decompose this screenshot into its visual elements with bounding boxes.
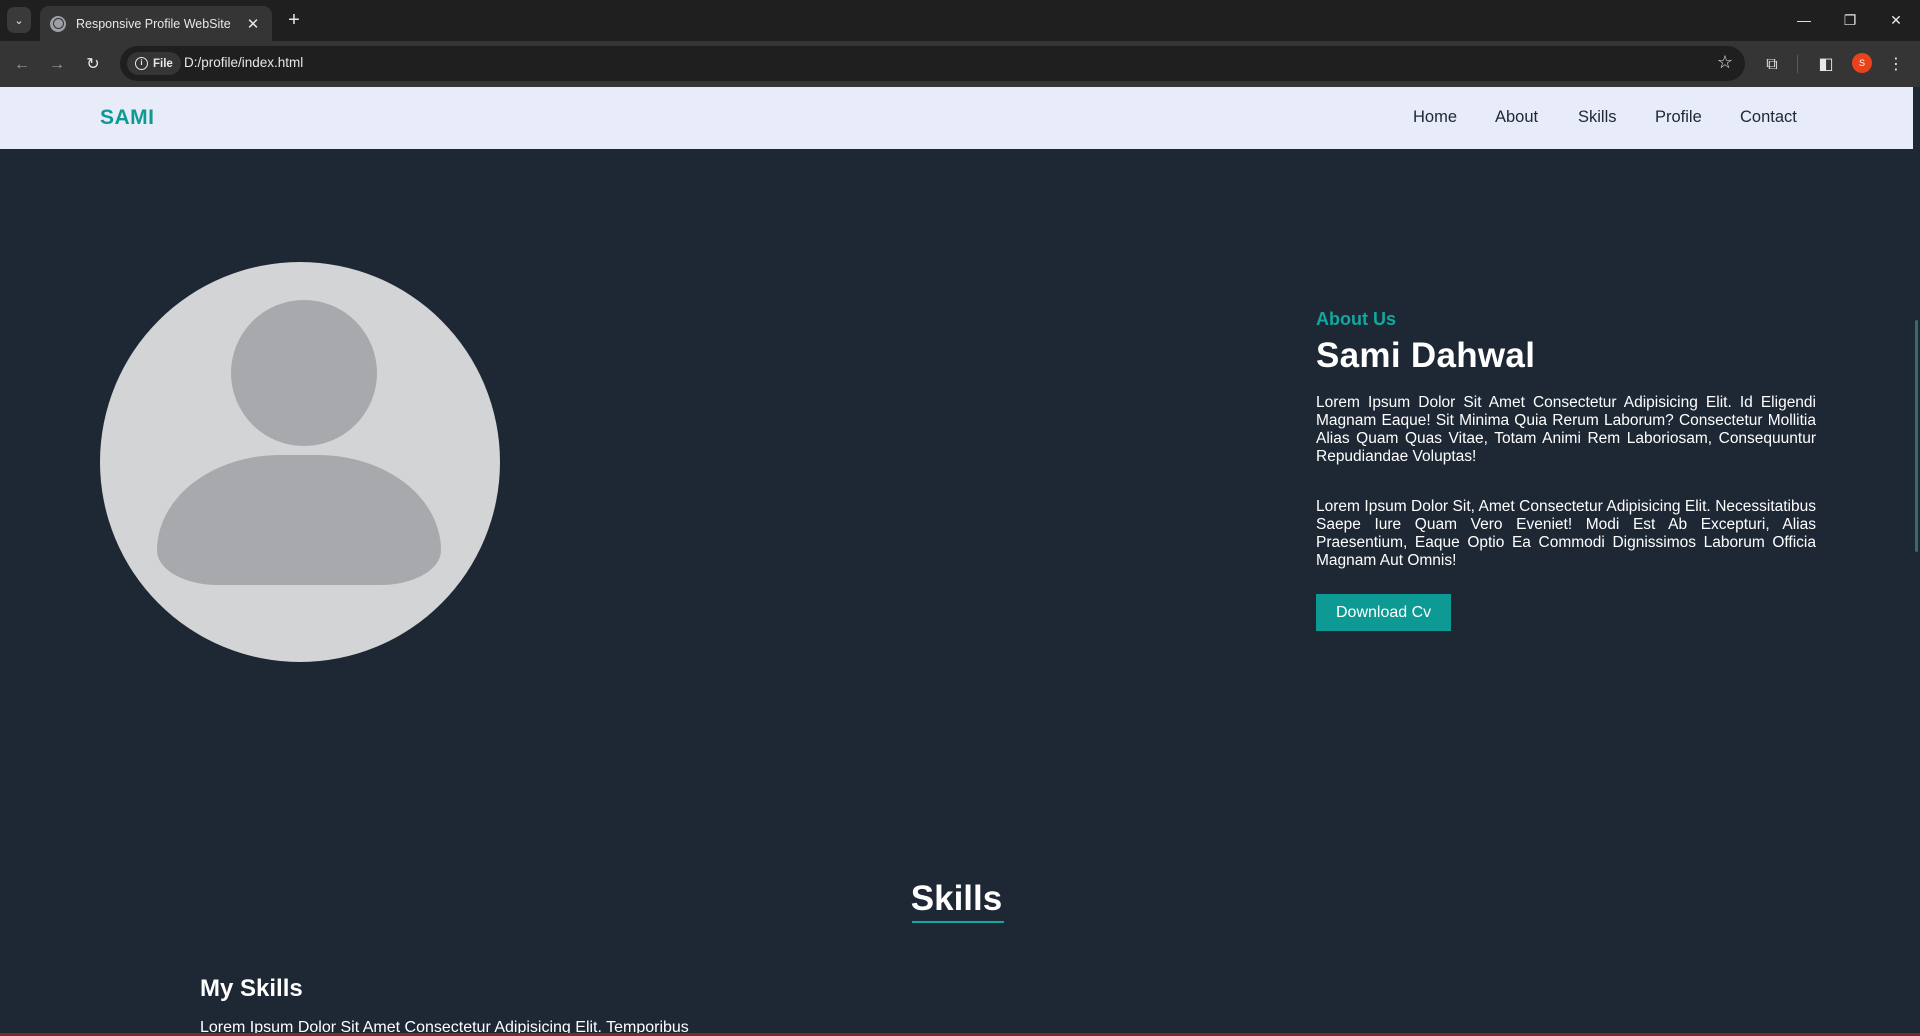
minimize-icon[interactable]: —	[1781, 8, 1827, 32]
new-tab-icon[interactable]: +	[282, 9, 306, 31]
bookmark-star-icon[interactable]: ☆	[1717, 52, 1733, 73]
browser-toolbar: ← → ↻ i File D:/profile/index.html ☆ ⧉ ◧…	[0, 41, 1920, 87]
about-paragraph-2: Lorem Ipsum Dolor Sit, Amet Consectetur …	[1316, 498, 1816, 569]
site-logo[interactable]: SAMI	[100, 106, 155, 130]
forward-icon[interactable]: →	[45, 53, 69, 77]
about-name-heading: Sami Dahwal	[1316, 336, 1536, 375]
person-icon-body	[157, 455, 441, 585]
site-info-chip[interactable]: i File	[127, 52, 181, 75]
close-tab-icon[interactable]: ✕	[244, 15, 262, 33]
profile-placeholder-image	[100, 262, 500, 662]
chip-label: File	[153, 57, 173, 70]
skills-heading-underline	[912, 921, 1004, 923]
scrollbar-thumb[interactable]	[1915, 320, 1918, 552]
nav-link-about[interactable]: About	[1495, 108, 1538, 127]
address-bar[interactable]: i File D:/profile/index.html ☆	[120, 46, 1745, 81]
restore-icon[interactable]: ❐	[1827, 8, 1873, 32]
person-icon-head	[231, 300, 377, 446]
nav-link-skills[interactable]: Skills	[1578, 108, 1617, 127]
browser-tab[interactable]: Responsive Profile WebSite ✕	[40, 6, 272, 41]
my-skills-heading: My Skills	[200, 975, 303, 1002]
skills-description: Lorem Ipsum Dolor Sit Amet Consectetur A…	[200, 1019, 689, 1033]
page-scrollbar[interactable]	[1913, 87, 1920, 1033]
profile-avatar[interactable]: S	[1852, 53, 1872, 73]
nav-link-home[interactable]: Home	[1413, 108, 1457, 127]
skills-heading: Skills	[910, 879, 1003, 918]
globe-icon	[50, 15, 66, 32]
nav-link-contact[interactable]: Contact	[1740, 108, 1797, 127]
browser-tabstrip: ⌄ Responsive Profile WebSite ✕ + — ❐ ✕	[0, 0, 1920, 41]
info-icon: i	[135, 57, 148, 70]
nav-link-profile[interactable]: Profile	[1655, 108, 1702, 127]
url-text[interactable]: D:/profile/index.html	[184, 55, 303, 70]
about-section: About Us Sami Dahwal Lorem Ipsum Dolor S…	[1316, 309, 1816, 631]
download-cv-button[interactable]: Download Cv	[1316, 594, 1452, 631]
toolbar-divider	[1797, 55, 1798, 73]
about-kicker: About Us	[1316, 309, 1396, 329]
close-window-icon[interactable]: ✕	[1873, 8, 1919, 32]
back-icon[interactable]: ←	[10, 53, 34, 77]
about-paragraph-1: Lorem Ipsum Dolor Sit Amet Consectetur A…	[1316, 394, 1816, 465]
side-panel-icon[interactable]: ◧	[1814, 53, 1838, 77]
page-viewport: SAMI Home About Skills Profile Contact A…	[0, 87, 1913, 1033]
reload-icon[interactable]: ↻	[81, 53, 105, 77]
menu-dots-icon[interactable]: ⋮	[1884, 53, 1908, 77]
extensions-icon[interactable]: ⧉	[1760, 53, 1784, 77]
site-navbar: SAMI Home About Skills Profile Contact	[0, 87, 1913, 149]
tab-title: Responsive Profile WebSite	[76, 16, 231, 31]
tab-search-chevron-icon[interactable]: ⌄	[7, 7, 31, 33]
